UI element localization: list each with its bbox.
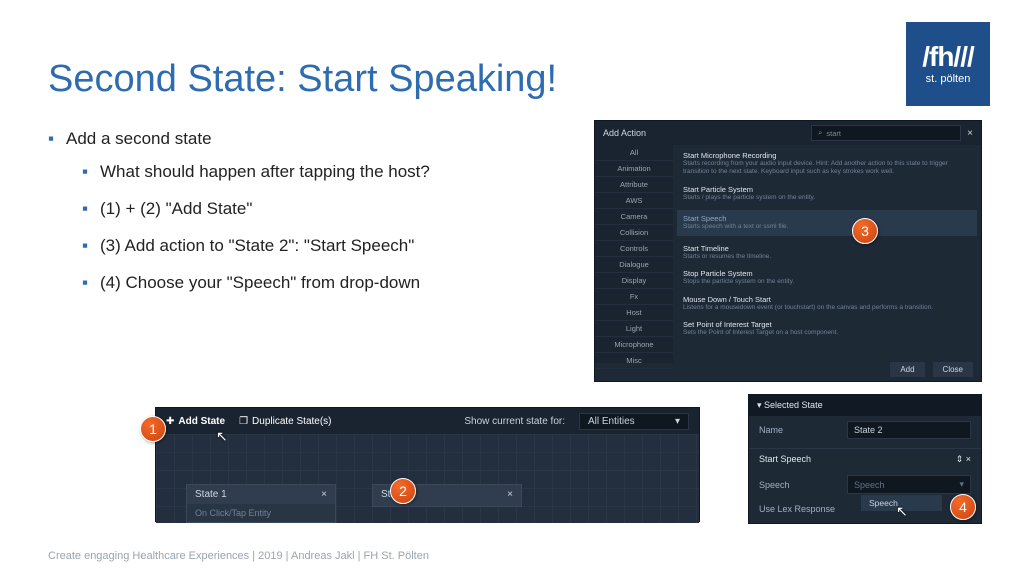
bullet-sub: (1) + (2) "Add State" bbox=[66, 198, 518, 221]
callout-4: 4 bbox=[950, 494, 976, 520]
add-state-button[interactable]: ✚Add State bbox=[166, 416, 225, 427]
category-item[interactable]: Display bbox=[595, 273, 673, 289]
close-button[interactable]: Close bbox=[933, 362, 973, 377]
bullet-sub: What should happen after tapping the hos… bbox=[66, 161, 518, 184]
add-button[interactable]: Add bbox=[890, 362, 924, 377]
plus-icon: ✚ bbox=[166, 416, 174, 427]
action-item[interactable]: Mouse Down / Touch StartListens for a mo… bbox=[683, 295, 971, 312]
chevron-down-icon: ▾ bbox=[675, 416, 680, 427]
category-item[interactable]: All bbox=[595, 145, 673, 161]
action-item[interactable]: Start Particle SystemStarts / plays the … bbox=[683, 185, 971, 202]
category-item[interactable]: AWS bbox=[595, 193, 673, 209]
callout-3: 3 bbox=[852, 218, 878, 244]
category-item[interactable]: Microphone bbox=[595, 337, 673, 353]
bullet-main: Add a second state bbox=[66, 129, 212, 148]
search-input[interactable]: ⌕start bbox=[811, 125, 961, 141]
category-item[interactable]: Collision bbox=[595, 225, 673, 241]
category-item[interactable]: Attribute bbox=[595, 177, 673, 193]
name-label: Name bbox=[759, 425, 839, 435]
category-item[interactable]: Animation bbox=[595, 161, 673, 177]
close-icon[interactable]: × bbox=[507, 489, 513, 500]
category-item[interactable]: Fx bbox=[595, 289, 673, 305]
chevron-down-icon: ▾ bbox=[959, 479, 964, 490]
duplicate-icon: ❐ bbox=[239, 416, 248, 427]
action-section-header[interactable]: Start Speech⇕ × bbox=[749, 448, 981, 470]
category-item[interactable]: Camera bbox=[595, 209, 673, 225]
bullet-sub: (4) Choose your "Speech" from drop-down bbox=[66, 272, 518, 295]
state-machine-panel: ✚Add State ❐Duplicate State(s) Show curr… bbox=[155, 407, 700, 522]
sort-close-icons[interactable]: ⇕ × bbox=[956, 454, 971, 465]
lex-label: Use Lex Response bbox=[759, 504, 839, 514]
state-node-1[interactable]: State 1× On Click/Tap Entity bbox=[186, 484, 336, 523]
action-item[interactable]: Stop Particle SystemStops the particle s… bbox=[683, 269, 971, 286]
close-icon[interactable]: × bbox=[321, 489, 327, 500]
callout-1: 1 bbox=[140, 416, 166, 442]
category-item[interactable]: Light bbox=[595, 321, 673, 337]
cursor-icon: ↖ bbox=[216, 428, 228, 445]
action-item[interactable]: Set Point of Interest TargetSets the Poi… bbox=[683, 320, 971, 337]
logo-text-bot: st. pölten bbox=[926, 73, 971, 85]
slide-title: Second State: Start Speaking! bbox=[48, 58, 976, 101]
dialog-title: Add Action bbox=[603, 128, 646, 138]
speech-dropdown[interactable]: Speech▾ bbox=[847, 475, 971, 494]
category-item[interactable]: Host bbox=[595, 305, 673, 321]
logo-text-top: /fh/// bbox=[922, 43, 974, 71]
category-item[interactable]: Dialogue bbox=[595, 257, 673, 273]
name-input[interactable]: State 2 bbox=[847, 421, 971, 439]
search-icon: ⌕ bbox=[818, 128, 822, 138]
category-item[interactable]: Misc bbox=[595, 353, 673, 369]
close-icon[interactable]: × bbox=[967, 128, 973, 139]
logo: /fh/// st. pölten bbox=[906, 22, 990, 106]
bullet-list: Add a second state What should happen af… bbox=[48, 129, 518, 309]
action-list: Start Microphone RecordingStarts recordi… bbox=[673, 145, 981, 363]
entities-dropdown[interactable]: All Entities▾ bbox=[579, 413, 689, 430]
cursor-icon: ↖ bbox=[896, 503, 908, 520]
duplicate-states-button[interactable]: ❐Duplicate State(s) bbox=[239, 416, 331, 427]
show-state-label: Show current state for: bbox=[464, 416, 565, 427]
category-sidebar: All Animation Attribute AWS Camera Colli… bbox=[595, 145, 673, 363]
callout-2: 2 bbox=[390, 478, 416, 504]
speech-label: Speech bbox=[759, 480, 839, 490]
footer: Create engaging Healthcare Experiences |… bbox=[48, 550, 429, 562]
selected-state-panel: ▾ Selected State Name State 2 Start Spee… bbox=[748, 394, 982, 524]
bullet-sub: (3) Add action to "State 2": "Start Spee… bbox=[66, 235, 518, 258]
action-item-selected[interactable]: Start SpeechStarts speech with a text or… bbox=[677, 210, 977, 235]
action-item[interactable]: Start TimelineStarts or resumes the time… bbox=[683, 244, 971, 261]
add-action-dialog: Add Action ⌕start × All Animation Attrib… bbox=[594, 120, 982, 382]
panel-header: ▾ Selected State bbox=[749, 395, 981, 416]
category-item[interactable]: Controls bbox=[595, 241, 673, 257]
action-item[interactable]: Start Microphone RecordingStarts recordi… bbox=[683, 151, 971, 177]
